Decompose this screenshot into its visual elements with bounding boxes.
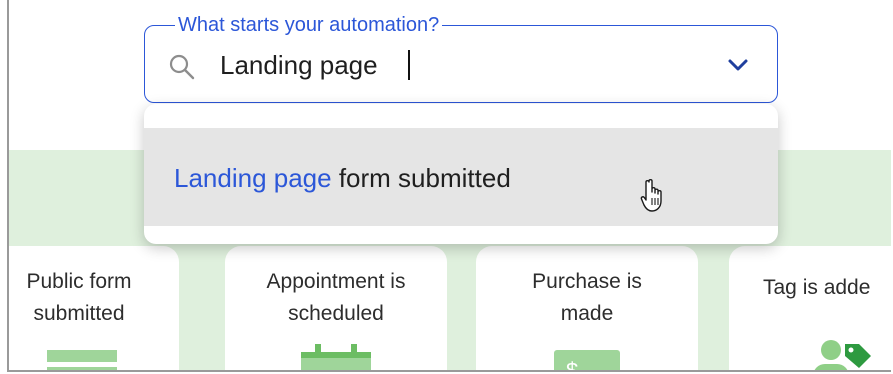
card-label: Purchase is made bbox=[532, 270, 642, 325]
chevron-down-icon[interactable] bbox=[726, 56, 750, 74]
dollar-icon: $ bbox=[554, 350, 620, 372]
trigger-dropdown: Landing page form submitted bbox=[144, 104, 778, 244]
person-tag-icon bbox=[814, 340, 871, 370]
trigger-card-public-form[interactable]: Public form submitted bbox=[9, 246, 179, 370]
search-icon bbox=[169, 54, 195, 80]
trigger-card-tag[interactable]: Tag is adde bbox=[729, 246, 891, 370]
option-label: Landing page form submitted bbox=[174, 163, 511, 194]
dropdown-option[interactable]: Landing page form submitted bbox=[144, 128, 778, 226]
trigger-search-input[interactable] bbox=[220, 48, 660, 82]
calendar-icon bbox=[301, 344, 371, 370]
option-label-match: Landing page bbox=[174, 163, 332, 193]
form-icon bbox=[47, 350, 117, 370]
text-caret bbox=[408, 50, 410, 80]
option-label-rest: form submitted bbox=[331, 163, 511, 193]
hand-cursor-icon bbox=[640, 179, 662, 212]
svg-text:$: $ bbox=[566, 358, 578, 372]
card-label: Appointment is scheduled bbox=[266, 270, 406, 325]
trigger-card-appointment[interactable]: Appointment is scheduled bbox=[225, 246, 447, 370]
combobox-label: What starts your automation? bbox=[175, 13, 443, 37]
trigger-card-purchase[interactable]: Purchase is made $ bbox=[476, 246, 698, 372]
card-label: Public form submitted bbox=[26, 270, 132, 325]
card-label: Tag is adde bbox=[763, 276, 871, 299]
